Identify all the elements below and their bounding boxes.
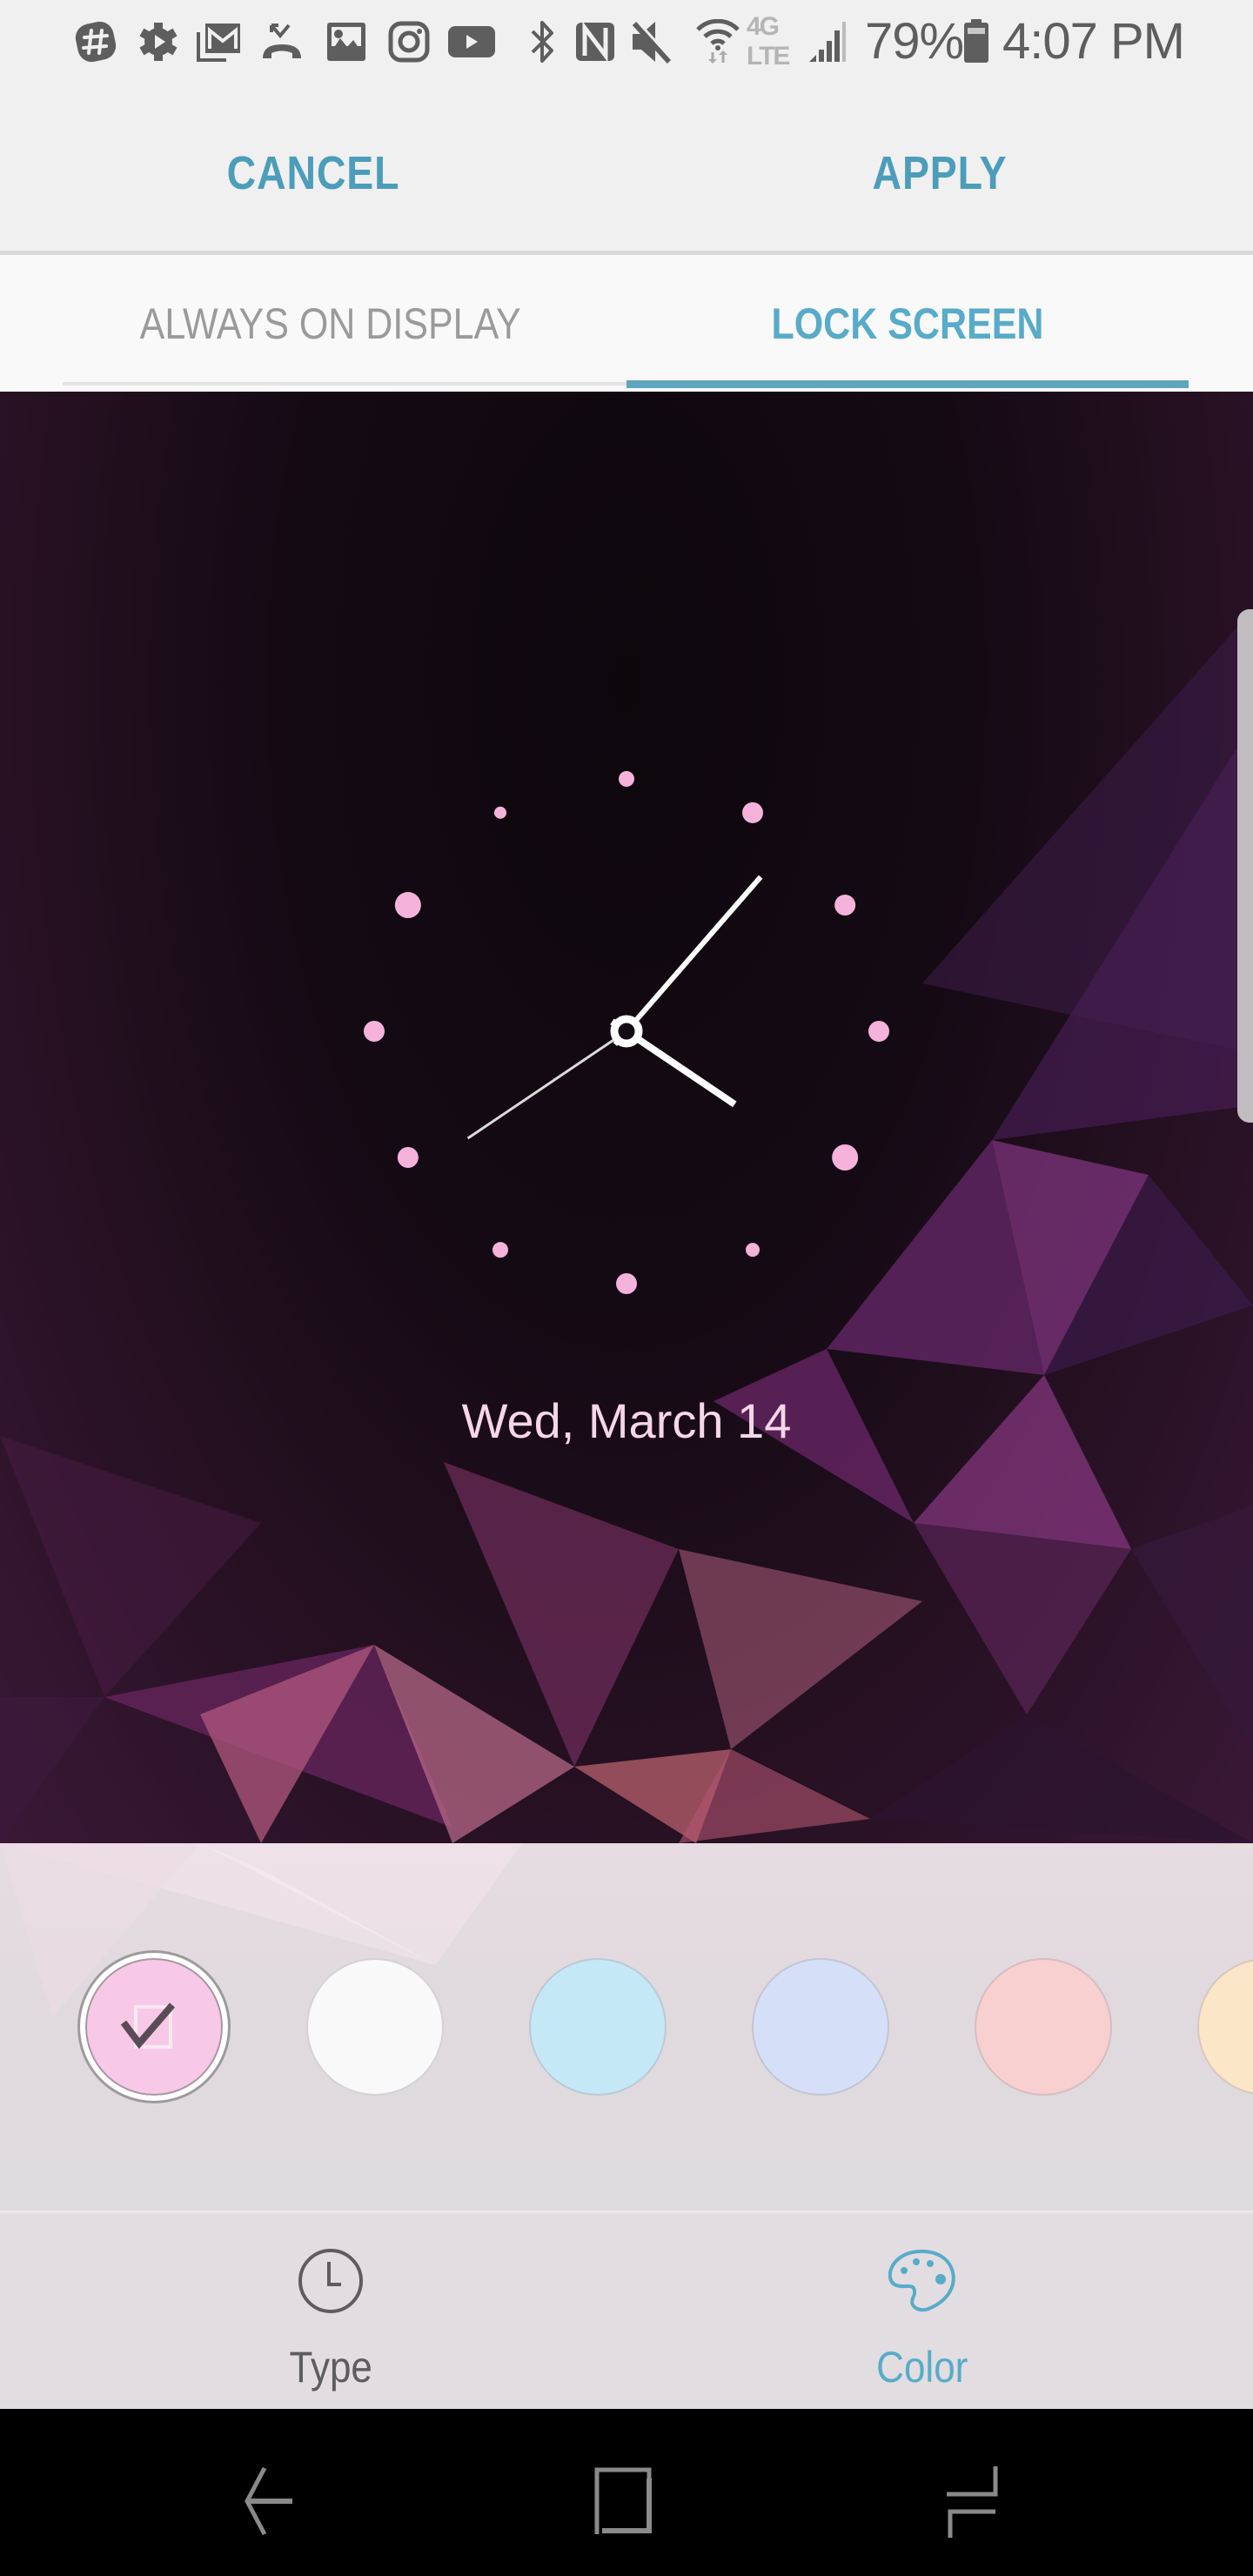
instagram-icon xyxy=(386,19,432,64)
color-swatch-white[interactable] xyxy=(306,1958,444,2096)
tab-label: ALWAYS ON DISPLAY xyxy=(139,299,522,348)
palette-icon xyxy=(609,2246,1236,2324)
status-bar: 4G LTE 79% 4:07 PM xyxy=(0,0,1253,96)
mute-icon xyxy=(630,19,673,64)
nfc-icon xyxy=(573,19,618,64)
signal-icon xyxy=(806,19,849,64)
clock-marker-6 xyxy=(616,1273,637,1294)
bottom-tab-type[interactable]: Type xyxy=(17,2213,644,2409)
action-bar: CANCEL APPLY xyxy=(0,96,1253,255)
tab-label: LOCK SCREEN xyxy=(771,299,1044,348)
tab-track xyxy=(63,382,626,386)
back-button[interactable] xyxy=(235,2461,313,2539)
slack-icon xyxy=(73,19,118,64)
bottom-tab-label: Type xyxy=(289,2343,372,2392)
color-swatch-pink[interactable] xyxy=(80,1953,228,2101)
clock-marker-5 xyxy=(746,1243,760,1258)
tab-always-on-display[interactable]: ALWAYS ON DISPLAY xyxy=(35,255,626,392)
settings-play-icon xyxy=(136,19,181,64)
wifi-icon xyxy=(696,19,740,64)
color-swatch-light-red[interactable] xyxy=(975,1958,1112,2096)
recents-button[interactable] xyxy=(931,2461,1009,2539)
clock-marker-11 xyxy=(494,806,506,819)
checkmark-icon xyxy=(85,1958,223,2096)
gmail-icon xyxy=(195,19,244,64)
cancel-button[interactable]: CANCEL xyxy=(44,96,582,251)
color-swatch-periwinkle[interactable] xyxy=(752,1958,889,2096)
status-time: 4:07 PM xyxy=(1002,13,1185,70)
bluetooth-icon xyxy=(526,19,559,64)
bottom-tab-bar: Type Color xyxy=(0,2213,1253,2409)
apply-button[interactable]: APPLY xyxy=(670,96,1209,251)
color-swatch-light-blue[interactable] xyxy=(529,1958,667,2096)
clock-marker-3 xyxy=(868,1021,889,1042)
clock-marker-7 xyxy=(492,1242,508,1258)
missed-call-icon xyxy=(259,19,305,64)
tab-bar: ALWAYS ON DISPLAY LOCK SCREEN xyxy=(0,255,1253,392)
clock-marker-10 xyxy=(394,892,421,918)
edge-panel-handle[interactable] xyxy=(1237,609,1253,1123)
battery-percent: 79% xyxy=(865,13,964,70)
clock-marker-8 xyxy=(397,1147,419,1168)
lock-screen-preview: Wed, March 14 xyxy=(0,392,1253,1843)
navigation-bar xyxy=(0,2409,1253,2576)
second-hand xyxy=(466,1030,627,1140)
analog-clock xyxy=(364,771,889,1294)
4g-lte-icon: 4G LTE xyxy=(747,12,790,70)
tab-active-indicator xyxy=(626,380,1189,388)
date-label: Wed, March 14 xyxy=(461,1393,792,1448)
home-button[interactable] xyxy=(583,2461,661,2539)
bottom-tab-label: Color xyxy=(876,2343,968,2392)
youtube-icon xyxy=(446,19,498,64)
clock-marker-9 xyxy=(364,1021,385,1042)
gallery-icon xyxy=(324,19,369,64)
clock-marker-12 xyxy=(619,771,634,787)
clock-marker-4 xyxy=(832,1144,859,1171)
recents-icon xyxy=(947,2466,998,2538)
clock-center-pin xyxy=(610,1015,643,1048)
battery-icon xyxy=(961,19,992,64)
home-icon xyxy=(594,2467,652,2534)
clock-icon xyxy=(17,2246,644,2324)
back-icon xyxy=(245,2466,292,2536)
bottom-tab-color[interactable]: Color xyxy=(609,2213,1236,2409)
clock-marker-2 xyxy=(834,895,856,916)
tab-lock-screen[interactable]: LOCK SCREEN xyxy=(626,255,1189,392)
clock-marker-1 xyxy=(742,802,763,823)
